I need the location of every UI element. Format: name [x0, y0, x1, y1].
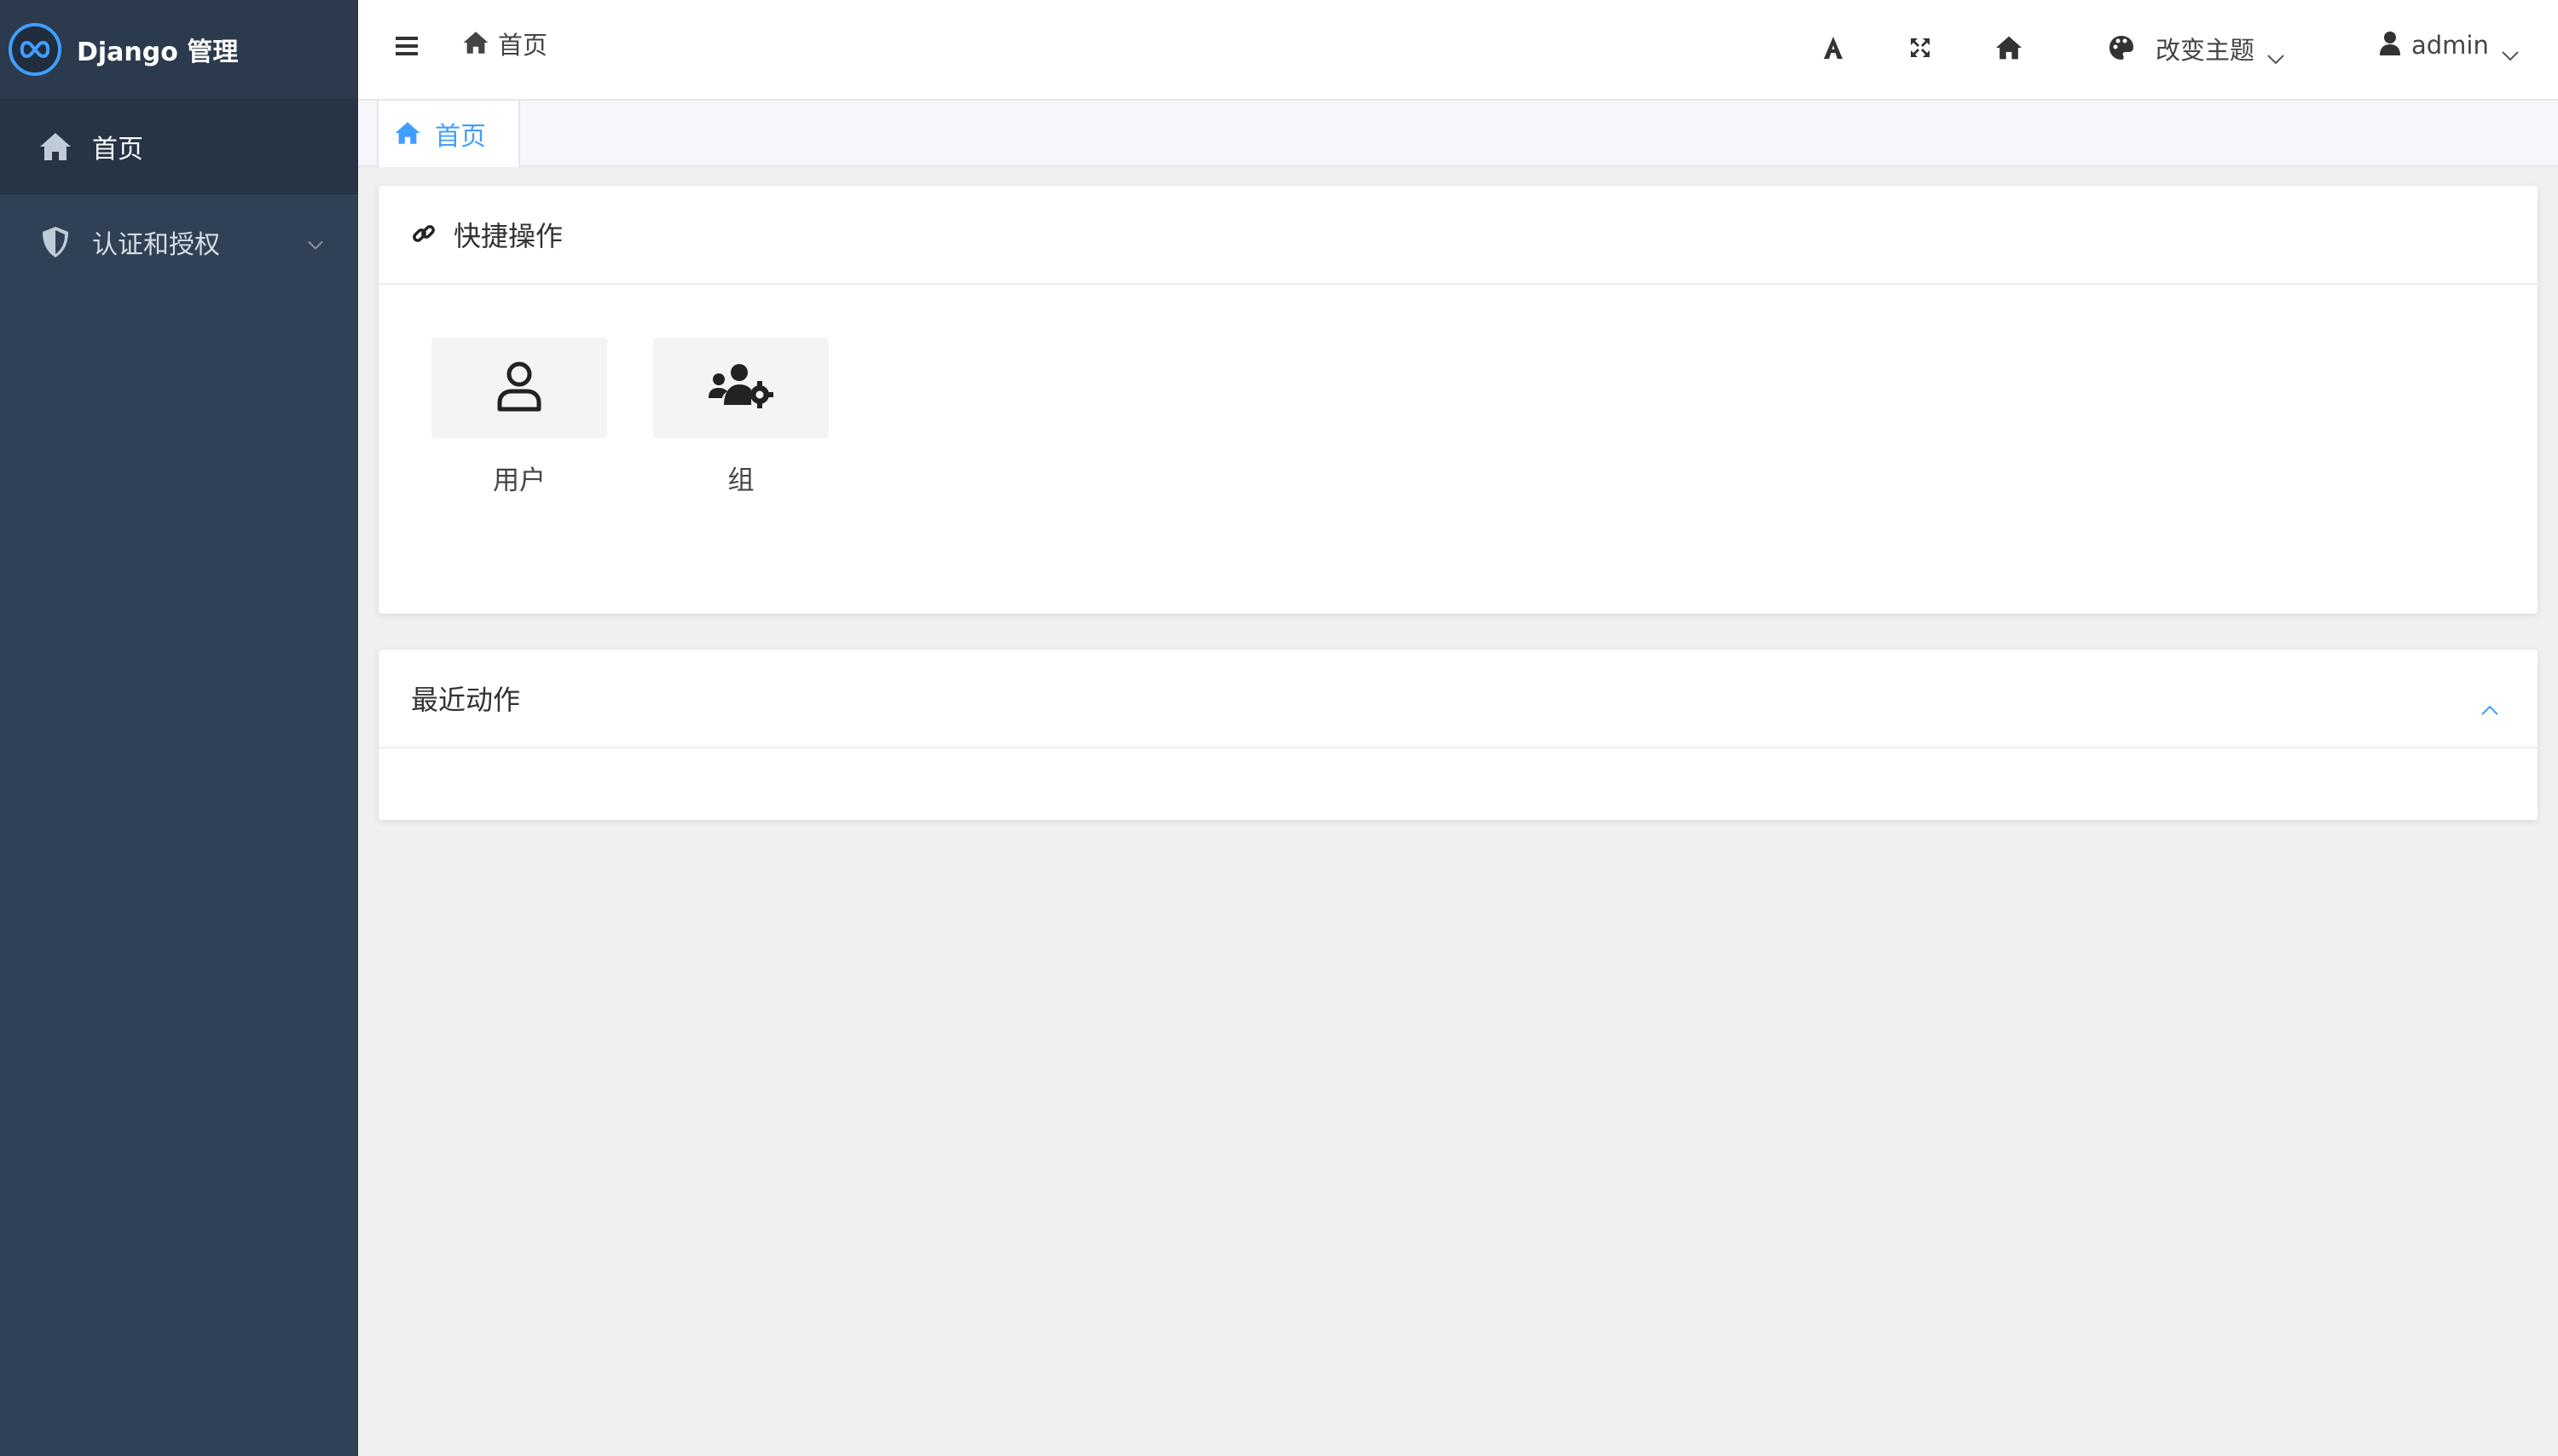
home-icon: [462, 30, 489, 57]
link-icon: [411, 221, 438, 248]
home-icon: [38, 129, 73, 165]
theme-dropdown[interactable]: 改变主题: [2108, 31, 2285, 66]
shield-icon: [38, 224, 73, 260]
quick-action-label[interactable]: 组: [728, 459, 755, 497]
breadcrumb: 首页: [462, 26, 547, 61]
quick-action-users[interactable]: 用户: [431, 338, 607, 497]
font-size-icon[interactable]: [1818, 32, 1849, 63]
sidebar-item-label: 认证和授权: [92, 230, 220, 260]
palette-icon: [2108, 34, 2137, 63]
breadcrumb-label[interactable]: 首页: [498, 26, 547, 61]
sidebar-item-auth[interactable]: 认证和授权: [0, 194, 358, 290]
logo-bar: Django 管理: [0, 0, 358, 99]
tab-label: 首页: [435, 122, 486, 152]
top-header: 首页 改变主题 admin: [358, 0, 2558, 101]
user-label: admin: [2411, 31, 2489, 60]
quick-action-tile[interactable]: [653, 338, 829, 438]
quick-action-groups[interactable]: 组: [653, 338, 829, 497]
sidebar: Django 管理 首页 认证和授权: [0, 0, 358, 1456]
user-icon: [495, 360, 543, 416]
sidebar-item-home[interactable]: 首页: [0, 99, 358, 194]
chevron-down-icon: [307, 228, 324, 257]
fullscreen-icon[interactable]: [1905, 32, 1936, 63]
quick-actions-header: 快捷操作: [379, 186, 2538, 285]
quick-action-tile[interactable]: [431, 338, 607, 438]
logo-icon: [9, 23, 61, 76]
recent-actions-card: 最近动作: [379, 650, 2538, 820]
theme-label: 改变主题: [2156, 36, 2255, 65]
tab-home[interactable]: 首页: [377, 101, 520, 167]
recent-actions-title: 最近动作: [411, 684, 521, 716]
sidebar-item-label: 首页: [92, 135, 143, 165]
chevron-down-icon: [2501, 39, 2520, 61]
user-dropdown[interactable]: admin: [2379, 31, 2520, 61]
quick-actions-grid: 用户 组: [431, 338, 829, 497]
quick-actions-title: 快捷操作: [454, 220, 564, 252]
user-icon: [2379, 31, 2405, 60]
quick-actions-card: 快捷操作 用户 组: [379, 186, 2538, 614]
hamburger-icon[interactable]: [394, 34, 423, 63]
users-cog-icon: [707, 362, 775, 413]
home-icon[interactable]: [1994, 32, 2024, 63]
chevron-down-icon: [2266, 43, 2285, 65]
quick-action-label[interactable]: 用户: [493, 459, 546, 497]
chevron-up-icon[interactable]: [2480, 691, 2500, 715]
home-icon: [394, 120, 421, 147]
app-title: Django 管理: [77, 38, 239, 67]
recent-actions-header: 最近动作: [379, 650, 2538, 748]
tab-bar: 首页: [358, 101, 2558, 167]
